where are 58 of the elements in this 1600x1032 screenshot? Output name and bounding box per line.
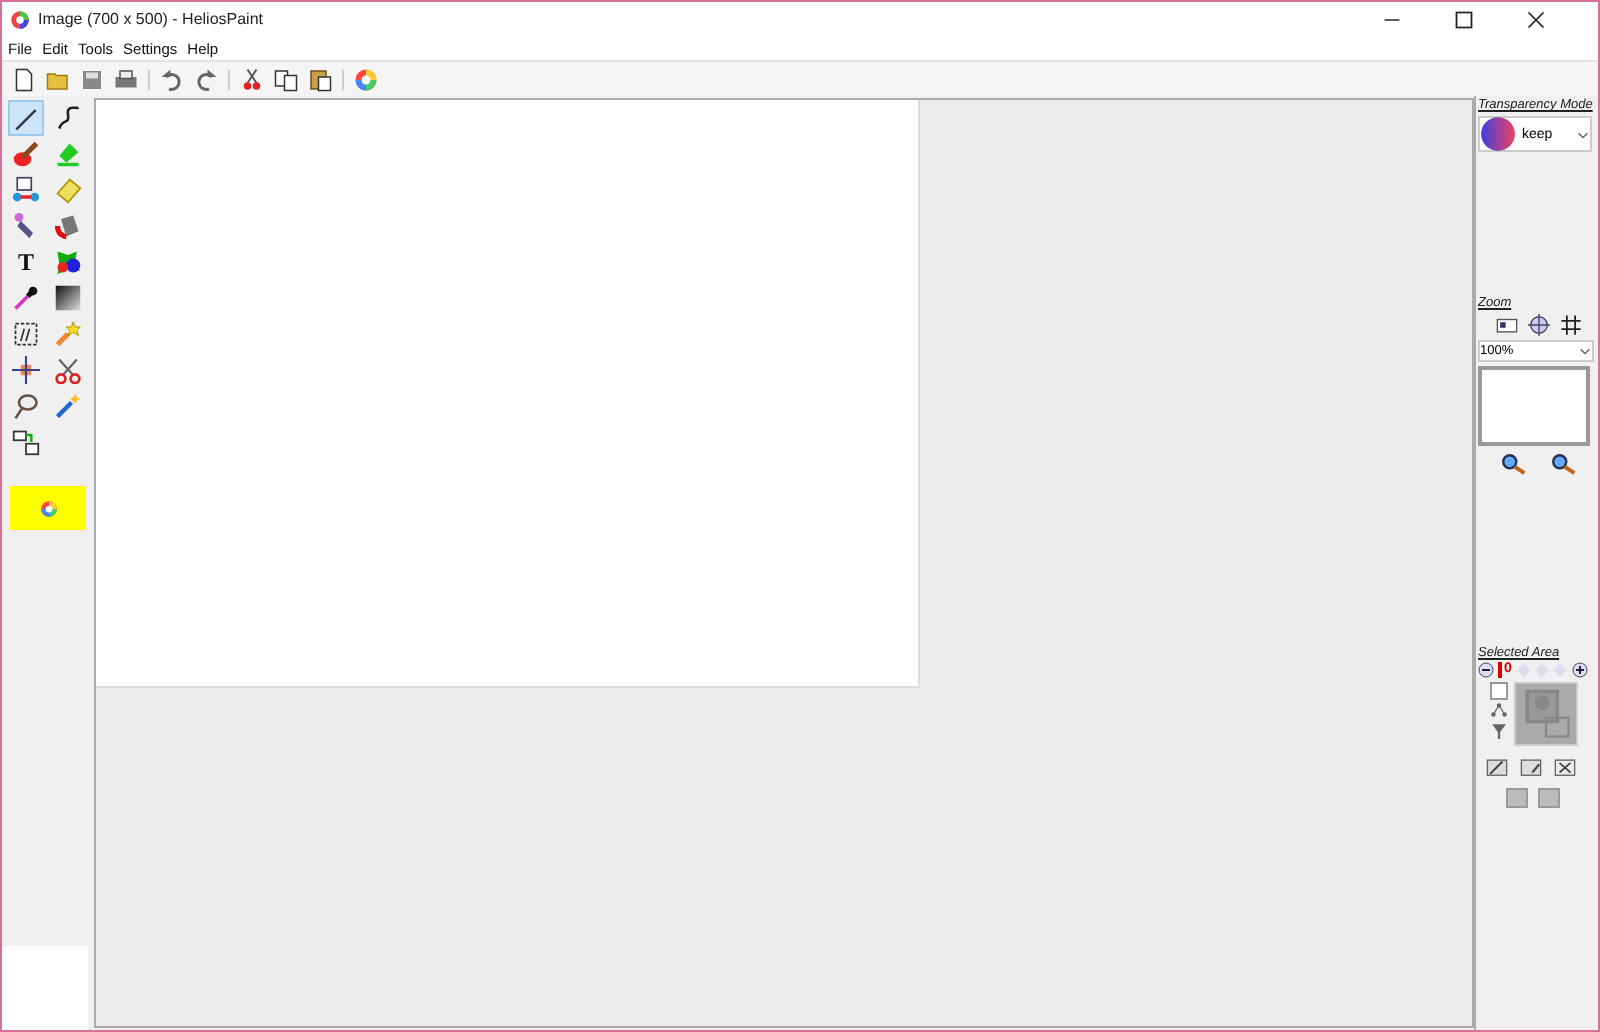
resize-icon xyxy=(12,428,40,456)
save-icon[interactable] xyxy=(80,67,104,91)
tool-button[interactable] xyxy=(50,280,86,316)
tool-button[interactable] xyxy=(8,136,44,172)
close-icon[interactable] xyxy=(1526,9,1546,29)
new-file-icon[interactable] xyxy=(12,67,36,91)
zoom-in-icon[interactable] xyxy=(1500,452,1526,478)
window-title: Image (700 x 500) - HeliosPaint xyxy=(38,10,263,28)
fit-icon[interactable] xyxy=(1496,314,1518,336)
tool-button[interactable]: T xyxy=(8,244,44,280)
funnel-icon[interactable] xyxy=(1490,722,1508,740)
tool-button[interactable] xyxy=(8,352,44,388)
chevron-down-icon xyxy=(1576,127,1590,141)
color-splash-icon xyxy=(54,248,82,276)
maximize-icon[interactable] xyxy=(1454,9,1474,29)
portrait-thumbnail-icon xyxy=(1514,682,1578,746)
lasso-icon xyxy=(12,392,40,420)
zoom-out-icon[interactable] xyxy=(1550,452,1576,478)
color-swatch[interactable] xyxy=(10,486,86,530)
zoom-preview xyxy=(1478,366,1590,446)
plus-icon[interactable] xyxy=(1571,662,1588,678)
bucket-icon xyxy=(54,212,82,240)
minus-icon[interactable] xyxy=(1478,662,1494,678)
frame-icon xyxy=(12,320,40,348)
copy-icon[interactable] xyxy=(274,67,298,91)
scissors-icon[interactable] xyxy=(240,67,264,91)
gradient-circle-icon xyxy=(1480,116,1516,152)
tool-button[interactable] xyxy=(8,100,44,136)
pen-icon xyxy=(12,104,40,132)
star-icon xyxy=(54,320,82,348)
folder-icon[interactable] xyxy=(46,67,70,91)
printer-icon[interactable] xyxy=(114,67,138,91)
edit-image-icon[interactable] xyxy=(1486,756,1508,778)
checkbox[interactable] xyxy=(1490,682,1508,700)
curve-icon xyxy=(54,104,82,132)
color-wheel-icon[interactable] xyxy=(354,67,378,91)
highlighter-icon xyxy=(54,140,82,168)
scissors-icon xyxy=(54,356,82,384)
undo-icon[interactable] xyxy=(160,67,184,91)
magic-wand-icon xyxy=(54,392,82,420)
tool-button[interactable] xyxy=(8,388,44,424)
center-icon[interactable] xyxy=(1528,314,1550,336)
image-icon[interactable] xyxy=(1520,756,1542,778)
redo-icon[interactable] xyxy=(194,67,218,91)
eyedropper-icon xyxy=(12,284,40,312)
color-wheel-icon xyxy=(39,499,57,517)
gradient-icon xyxy=(54,284,82,312)
move-icon xyxy=(12,356,40,384)
grid-icon[interactable] xyxy=(1560,314,1582,336)
brush-icon xyxy=(12,140,40,168)
app-icon xyxy=(10,9,30,29)
nodes-icon[interactable] xyxy=(1490,702,1508,720)
blank-panel xyxy=(2,946,88,1030)
chevron-down-icon xyxy=(1578,344,1592,358)
eraser-icon xyxy=(54,176,82,204)
network-icon xyxy=(12,176,40,204)
clear-selection-icon[interactable] xyxy=(1554,756,1576,778)
paste-icon[interactable] xyxy=(308,67,332,91)
